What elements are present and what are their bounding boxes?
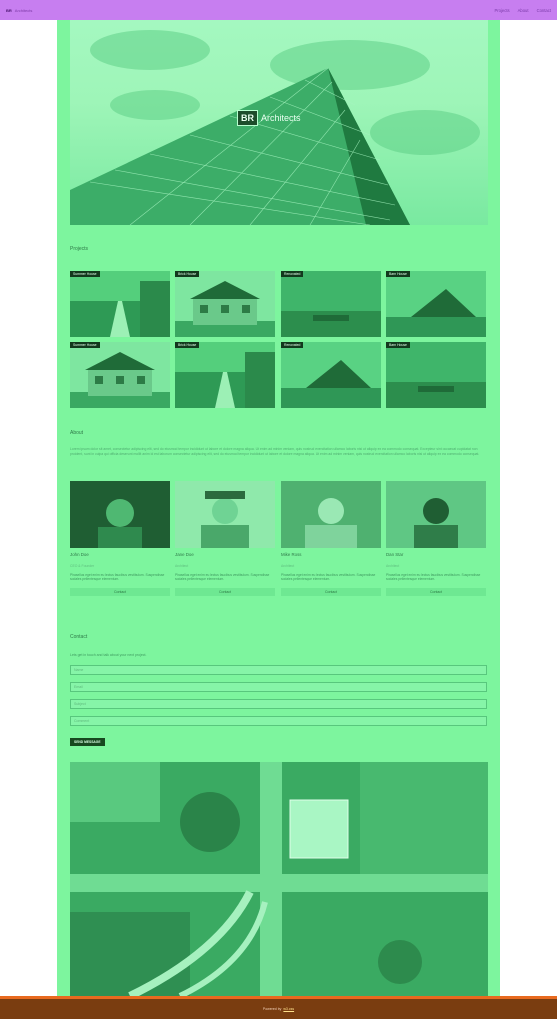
project-tag: Renovated [281, 271, 304, 277]
nav-link-about[interactable]: About [518, 8, 529, 13]
project-tag: Barn House [386, 342, 410, 348]
top-navbar: BR Architects Projects About Contact [0, 0, 557, 20]
footer-link[interactable]: w3.css [283, 1007, 294, 1011]
team-card: John Doe CEO & Founder Phasellus eget en… [70, 481, 170, 596]
project-tag: Brick House [175, 342, 200, 348]
nav-link-projects[interactable]: Projects [494, 8, 509, 13]
project-image [281, 342, 381, 408]
project-card[interactable]: Barn House [386, 271, 486, 337]
project-tag: Summer House [70, 271, 100, 277]
project-image [70, 342, 170, 408]
team-role: Architect [175, 564, 189, 568]
about-text: Lorem ipsum dolor sit amet, consectetur … [70, 447, 480, 456]
project-card[interactable]: Brick House [175, 271, 275, 337]
team-card: Jane Doe Architect Phasellus eget enim e… [175, 481, 275, 596]
about-title: About [70, 430, 84, 436]
contact-title: Contact [70, 634, 88, 640]
project-image [386, 342, 486, 408]
team-role: Architect [281, 564, 295, 568]
team-name: Jane Doe [175, 552, 194, 557]
project-image [70, 271, 170, 337]
project-image [281, 271, 381, 337]
team-photo [70, 481, 170, 548]
team-photo [386, 481, 486, 548]
team-desc: Phasellus eget enim eu lectus faucibus v… [70, 573, 165, 582]
team-contact-button[interactable]: Contact [175, 587, 275, 596]
main-content: BR Architects Projects Summer House Bric… [57, 20, 500, 996]
team-contact-button[interactable]: Contact [386, 587, 486, 596]
team-photo [281, 481, 381, 548]
aerial-city-image [70, 762, 488, 996]
brand-mark: BR [6, 7, 12, 13]
team-contact-button[interactable]: Contact [70, 587, 170, 596]
subject-field[interactable]: Subject [70, 699, 487, 709]
nav-links: Projects About Contact [494, 8, 551, 13]
project-card[interactable]: Summer House [70, 342, 170, 408]
team-desc: Phasellus eget enim eu lectus faucibus v… [175, 573, 270, 582]
hero-logo: BR Architects [237, 110, 301, 126]
project-tag: Brick House [175, 271, 200, 277]
footer: Powered by w3.css [0, 996, 557, 1019]
project-card[interactable]: Barn House [386, 342, 486, 408]
project-tag: Summer House [70, 342, 100, 348]
brand-link[interactable]: BR Architects [6, 8, 32, 13]
brand-name: Architects [14, 7, 33, 13]
team-desc: Phasellus eget enim eu lectus faucibus v… [281, 573, 376, 582]
project-tag: Renovated [281, 342, 304, 348]
hero-logo-text: Architects [261, 113, 301, 123]
hero-logo-mark: BR [237, 110, 258, 126]
team-photo [175, 481, 275, 548]
projects-title: Projects [70, 246, 89, 252]
team-role: CEO & Founder [70, 564, 95, 568]
project-card[interactable]: Brick House [175, 342, 275, 408]
project-image [175, 271, 275, 337]
email-field[interactable]: Email [70, 682, 487, 692]
comment-field[interactable]: Comment [70, 716, 487, 726]
team-contact-button[interactable]: Contact [281, 587, 381, 596]
project-image [175, 342, 275, 408]
team-name: Dan Star [386, 552, 404, 557]
team-role: Architect [386, 564, 400, 568]
footer-text: Powered by [262, 1007, 282, 1011]
project-card[interactable]: Summer House [70, 271, 170, 337]
project-card[interactable]: Renovated [281, 271, 381, 337]
team-card: Mike Ross Architect Phasellus eget enim … [281, 481, 381, 596]
hero-image: BR Architects [70, 20, 488, 225]
team-desc: Phasellus eget enim eu lectus faucibus v… [386, 573, 481, 582]
contact-subtitle: Lets get in touch and talk about your ne… [70, 653, 147, 657]
team-name: Mike Ross [281, 552, 302, 557]
nav-link-contact[interactable]: Contact [537, 8, 551, 13]
project-card[interactable]: Renovated [281, 342, 381, 408]
team-name: John Doe [70, 552, 89, 557]
team-card: Dan Star Architect Phasellus eget enim e… [386, 481, 486, 596]
project-tag: Barn House [386, 271, 410, 277]
send-message-button[interactable]: SEND MESSAGE [70, 738, 105, 746]
name-field[interactable]: Name [70, 665, 487, 675]
project-image [386, 271, 486, 337]
